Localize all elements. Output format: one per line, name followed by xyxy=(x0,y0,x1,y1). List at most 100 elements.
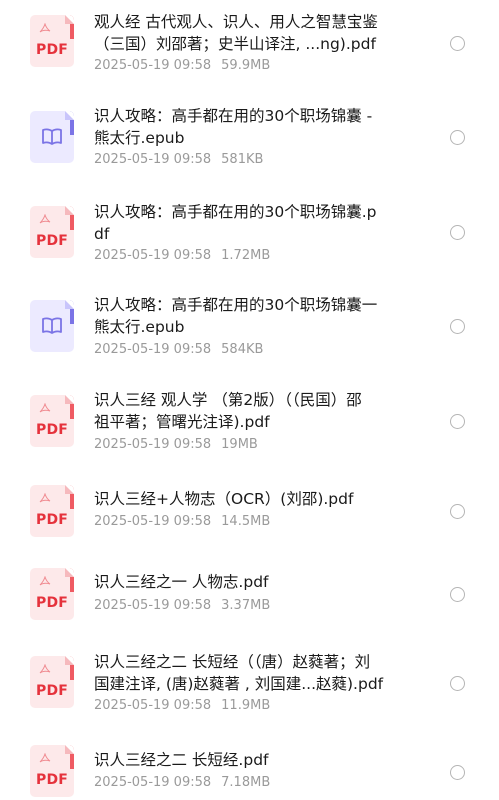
file-date: 2025-05-19 09:58 xyxy=(94,152,212,167)
file-size: 581KB xyxy=(221,152,264,167)
file-name-line: 识人攻略：高手都在用的30个职场锦囊 - xyxy=(94,107,373,125)
pdf-ribbon xyxy=(70,656,74,680)
pdf-badge-text: PDF xyxy=(36,512,69,528)
file-size: 19MB xyxy=(221,437,258,452)
file-row[interactable]: PDF 识人攻略：高手都在用的30个职场锦囊.p df 2025-05-19 09:5… xyxy=(0,0,499,800)
pdf-badge-text: PDF xyxy=(36,422,69,438)
file-date: 2025-05-19 09:58 xyxy=(94,775,212,790)
open-book-icon xyxy=(42,128,62,145)
file-name: 观人经 古代观人、识人、用人之智慧宝鉴 （三国）刘邵著；史半山译注, ...ng)… xyxy=(94,11,414,55)
file-date: 2025-05-19 09:58 xyxy=(94,437,212,452)
page-fold xyxy=(65,111,74,120)
acrobat-icon xyxy=(39,493,51,503)
epub-ribbon xyxy=(70,300,74,324)
file-name-line: （三国）刘邵著；史半山译注, ...ng).pdf xyxy=(94,35,376,53)
pdf-file-icon: PDF xyxy=(30,15,74,67)
select-radio[interactable] xyxy=(450,36,465,51)
file-meta: 2025-05-19 09:58 584KB xyxy=(94,341,263,359)
select-radio[interactable] xyxy=(450,676,465,691)
pdf-file-icon: PDF xyxy=(30,395,74,447)
file-row[interactable]: PDF 识人三经之二 长短经.pdf 2025-05-19 09:58 7.18MB xyxy=(0,0,499,800)
file-name-line: 熊太行.epub xyxy=(94,318,185,336)
epub-ribbon xyxy=(70,111,74,135)
file-meta: 2025-05-19 09:58 3.37MB xyxy=(94,597,270,615)
file-name-line: 国建注译, (唐)赵蕤著 , 刘国建...赵蕤).pdf xyxy=(94,675,384,693)
acrobat-icon xyxy=(39,576,51,586)
file-size: 14.5MB xyxy=(221,514,271,529)
file-list: PDF 观人经 古代观人、识人、用人之智慧宝鉴 （三国）刘邵著；史半山译注, ...… xyxy=(0,0,499,800)
acrobat-icon xyxy=(39,664,51,674)
file-name-line: df xyxy=(94,225,110,243)
file-meta: 2025-05-19 09:58 11.9MB xyxy=(94,697,270,715)
pdf-ribbon xyxy=(70,485,74,509)
file-meta: 2025-05-19 09:58 59.9MB xyxy=(94,57,270,75)
select-radio[interactable] xyxy=(450,225,465,240)
file-meta: 2025-05-19 09:58 581KB xyxy=(94,151,263,169)
open-book-icon xyxy=(42,317,62,334)
file-name: 识人攻略：高手都在用的30个职场锦囊一 熊太行.epub xyxy=(94,294,414,338)
pdf-file-icon: PDF xyxy=(30,745,74,797)
file-size: 59.9MB xyxy=(221,58,271,73)
file-name: 识人攻略：高手都在用的30个职场锦囊.p df xyxy=(94,201,414,245)
page-fold xyxy=(65,395,74,404)
page-fold xyxy=(65,656,74,665)
acrobat-icon xyxy=(39,214,51,224)
file-row[interactable]: 识人攻略：高手都在用的30个职场锦囊一 熊太行.epub 2025-05-19 09… xyxy=(0,0,499,800)
file-meta: 2025-05-19 09:58 19MB xyxy=(94,436,258,454)
epub-book-icon xyxy=(30,111,74,163)
page-fold xyxy=(65,300,74,309)
file-date: 2025-05-19 09:58 xyxy=(94,698,212,713)
pdf-ribbon xyxy=(70,395,74,419)
file-name-line: 识人三经 观人学 （第2版）（（民国）邵 xyxy=(94,391,362,409)
select-radio[interactable] xyxy=(450,414,465,429)
file-row[interactable]: 识人攻略：高手都在用的30个职场锦囊 - 熊太行.epub 2025-05-19 0… xyxy=(0,0,499,800)
acrobat-icon xyxy=(39,23,51,33)
page-fold xyxy=(65,15,74,24)
acrobat-icon xyxy=(39,753,51,763)
file-name: 识人三经 观人学 （第2版）（（民国）邵 祖平著；管曙光注译).pdf xyxy=(94,389,414,433)
acrobat-icon xyxy=(39,403,51,413)
file-date: 2025-05-19 09:58 xyxy=(94,514,212,529)
file-row[interactable]: PDF 识人三经之二 长短经（（唐）赵蕤著；刘 国建注译, (唐)赵蕤著 , 刘国建… xyxy=(0,0,499,800)
file-meta: 2025-05-19 09:58 7.18MB xyxy=(94,774,270,792)
file-row[interactable]: PDF 观人经 古代观人、识人、用人之智慧宝鉴 （三国）刘邵著；史半山译注, ...… xyxy=(0,0,499,800)
pdf-badge-text: PDF xyxy=(36,772,69,788)
select-radio[interactable] xyxy=(450,587,465,602)
select-radio[interactable] xyxy=(450,765,465,780)
file-name: 识人攻略：高手都在用的30个职场锦囊 - 熊太行.epub xyxy=(94,105,414,149)
file-name: 识人三经之二 长短经.pdf xyxy=(94,749,414,771)
select-radio[interactable] xyxy=(450,504,465,519)
file-date: 2025-05-19 09:58 xyxy=(94,598,212,613)
page-fold xyxy=(65,745,74,754)
file-name-line: 识人三经之二 长短经.pdf xyxy=(94,751,269,769)
file-meta: 2025-05-19 09:58 1.72MB xyxy=(94,247,270,265)
file-size: 11.9MB xyxy=(221,698,271,713)
file-name-line: 识人攻略：高手都在用的30个职场锦囊.p xyxy=(94,203,377,221)
pdf-file-icon: PDF xyxy=(30,568,74,620)
file-name-line: 识人三经之一 人物志.pdf xyxy=(94,573,269,591)
file-name-line: 观人经 古代观人、识人、用人之智慧宝鉴 xyxy=(94,13,378,31)
file-name-line: 识人三经+人物志（OCR）(刘邵).pdf xyxy=(94,490,354,508)
file-meta: 2025-05-19 09:58 14.5MB xyxy=(94,513,270,531)
select-radio[interactable] xyxy=(450,130,465,145)
pdf-file-icon: PDF xyxy=(30,656,74,708)
file-row[interactable]: PDF 识人三经 观人学 （第2版）（（民国）邵 祖平著；管曙光注译).pdf 202… xyxy=(0,0,499,800)
file-size: 3.37MB xyxy=(221,598,271,613)
file-size: 7.18MB xyxy=(221,775,271,790)
pdf-ribbon xyxy=(70,745,74,769)
file-date: 2025-05-19 09:58 xyxy=(94,58,212,73)
select-radio[interactable] xyxy=(450,319,465,334)
file-size: 584KB xyxy=(221,342,264,357)
page-fold xyxy=(65,206,74,215)
file-row[interactable]: PDF 识人三经+人物志（OCR）(刘邵).pdf 2025-05-19 09:58… xyxy=(0,0,499,800)
pdf-badge-text: PDF xyxy=(36,42,69,58)
pdf-ribbon xyxy=(70,568,74,592)
file-name-line: 识人攻略：高手都在用的30个职场锦囊一 xyxy=(94,296,378,314)
file-name: 识人三经之二 长短经（（唐）赵蕤著；刘 国建注译, (唐)赵蕤著 , 刘国建...… xyxy=(94,651,414,695)
file-name-line: 熊太行.epub xyxy=(94,129,185,147)
file-name: 识人三经+人物志（OCR）(刘邵).pdf xyxy=(94,488,414,510)
file-size: 1.72MB xyxy=(221,248,271,263)
file-name: 识人三经之一 人物志.pdf xyxy=(94,571,414,593)
file-name-line: 识人三经之二 长短经（（唐）赵蕤著；刘 xyxy=(94,653,371,671)
file-row[interactable]: PDF 识人三经之一 人物志.pdf 2025-05-19 09:58 3.37MB xyxy=(0,0,499,800)
